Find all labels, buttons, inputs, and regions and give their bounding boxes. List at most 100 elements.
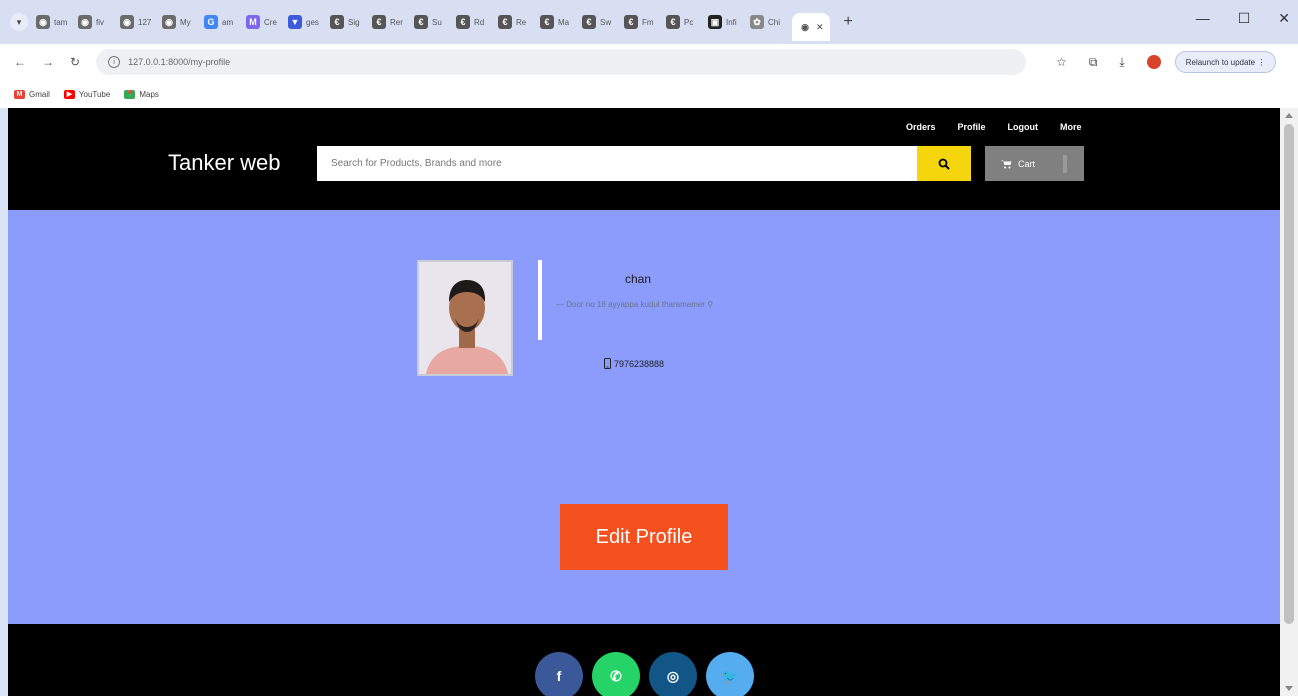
bookmark-label: Maps (139, 89, 159, 99)
browser-tab[interactable]: € Ma (540, 11, 576, 33)
browser-tab[interactable]: € Re (498, 11, 534, 33)
tab-favicon-icon: G (204, 15, 218, 29)
tab-favicon-icon: ✿ (750, 15, 764, 29)
search-button[interactable] (917, 146, 971, 181)
tab-favicon-icon: € (624, 15, 638, 29)
browser-tab[interactable]: € Pc (666, 11, 702, 33)
tab-favicon-icon: ◉ (162, 15, 176, 29)
page-viewport: Orders Profile Logout More Tanker web Ca… (8, 108, 1280, 696)
new-tab-icon[interactable]: + (844, 13, 853, 31)
browser-tab[interactable]: € Sw (582, 11, 618, 33)
tab-label: Fm (642, 17, 654, 27)
browser-tab[interactable]: € Su (414, 11, 450, 33)
extensions-icon[interactable]: ⧉ (1089, 55, 1098, 70)
forward-icon[interactable]: → (42, 55, 54, 69)
url-text: 127.0.0.1:8000/my-profile (128, 57, 231, 67)
site-header: Orders Profile Logout More Tanker web Ca… (8, 108, 1280, 210)
address-text: — Door no 18 ayyappa kudul tharamamer (556, 300, 705, 309)
bookmark-star-icon[interactable]: ☆ (1056, 55, 1067, 69)
search-input[interactable] (317, 146, 917, 181)
browser-tab[interactable]: ◉ tam (36, 11, 72, 33)
browser-tab[interactable]: € Rd (456, 11, 492, 33)
tab-favicon-icon: € (456, 15, 470, 29)
cart-button[interactable]: Cart (985, 146, 1084, 181)
profile-avatar-icon[interactable] (1146, 55, 1161, 69)
scroll-down-arrow[interactable] (1285, 686, 1293, 691)
tab-search-icon[interactable]: ▾ (10, 13, 28, 31)
bookmark-maps[interactable]: 📍 Maps (124, 89, 159, 99)
youtube-icon: ▶ (63, 89, 75, 99)
site-info-icon[interactable]: i (108, 56, 121, 68)
top-nav: Orders Profile Logout More (906, 122, 1082, 132)
scroll-up-arrow[interactable] (1285, 113, 1293, 118)
nav-logout[interactable]: Logout (1008, 122, 1039, 132)
facebook-icon[interactable]: f (535, 652, 583, 696)
gmail-icon: M (14, 89, 25, 99)
browser-tab[interactable]: € Rer (372, 11, 408, 33)
maximize-icon[interactable]: ☐ (1238, 10, 1251, 27)
profile-phone: 7976238888 (604, 358, 664, 369)
close-window-icon[interactable]: ✕ (1278, 10, 1290, 27)
close-tab-icon[interactable]: ✕ (816, 22, 824, 33)
tab-favicon-icon: ▣ (708, 15, 722, 29)
browser-tab[interactable]: M Cre (246, 11, 282, 33)
tab-favicon-icon: ◉ (120, 15, 134, 29)
back-icon[interactable]: ← (14, 55, 26, 69)
browser-tab[interactable]: ▣ Infi (708, 11, 744, 33)
profile-address: — Door no 18 ayyappa kudul tharamamer ⚲ (556, 299, 726, 311)
twitter-icon[interactable]: 🐦 (706, 652, 754, 696)
location-pin-icon: ⚲ (707, 300, 714, 309)
browser-tab[interactable]: ▼ ges (288, 11, 324, 33)
browser-tab[interactable]: ✿ Chi (750, 11, 786, 33)
tab-favicon-icon: ▼ (288, 15, 302, 29)
page-scrollbar[interactable] (1280, 108, 1298, 696)
reload-icon[interactable]: ↻ (70, 55, 80, 69)
search-icon (938, 158, 950, 170)
nav-profile[interactable]: Profile (958, 122, 986, 132)
tab-favicon-icon: M (246, 15, 260, 29)
nav-orders[interactable]: Orders (906, 122, 936, 132)
tab-label: Ma (558, 17, 570, 27)
site-footer: f ✆ ◎ 🐦 (8, 624, 1280, 696)
tab-favicon-icon: € (372, 15, 386, 29)
bookmark-gmail[interactable]: M Gmail (14, 89, 50, 99)
browser-tab[interactable]: ◉ My (162, 11, 198, 33)
tab-label: Sw (600, 17, 612, 27)
tab-favicon-icon: € (582, 15, 596, 29)
tab-favicon-icon: € (666, 15, 680, 29)
cart-label: Cart (1018, 158, 1036, 169)
bookmark-label: Gmail (29, 89, 50, 99)
browser-tab[interactable]: € Sig (330, 11, 366, 33)
phone-number: 7976238888 (614, 358, 665, 369)
window-controls: — ☐ ✕ (1196, 10, 1290, 27)
relaunch-button[interactable]: Relaunch to update ⋮ (1174, 51, 1277, 73)
browser-tab[interactable]: Gam (204, 11, 240, 33)
edit-profile-button[interactable]: Edit Profile (560, 504, 728, 570)
tab-label: Re (516, 17, 527, 27)
tab-label: Su (432, 17, 442, 27)
address-bar[interactable]: i 127.0.0.1:8000/my-profile (96, 49, 1027, 75)
browser-toolbar: ← → ↻ i 127.0.0.1:8000/my-profile ☆ ⧉ ⤓ … (0, 44, 1298, 80)
browser-tab[interactable]: ◉ fiv (78, 11, 114, 33)
whatsapp-icon[interactable]: ✆ (592, 652, 640, 696)
site-brand[interactable]: Tanker web (168, 150, 281, 176)
globe-icon: ◉ (801, 21, 809, 32)
instagram-icon[interactable]: ◎ (649, 652, 697, 696)
bookmark-youtube[interactable]: ▶ YouTube (63, 89, 110, 99)
browser-tab[interactable]: € Fm (624, 11, 660, 33)
browser-tab-bar: ▾ ◉ tam ◉ fiv ◉ 127 ◉ My Gam M Cre ▼ ges € Sig € Rer € Su €… (0, 0, 1298, 44)
nav-more[interactable]: More (1060, 122, 1082, 132)
scroll-thumb[interactable] (1284, 124, 1294, 624)
tab-active[interactable]: ◉ ✕ (792, 13, 830, 41)
tab-favicon-icon: ◉ (78, 15, 92, 29)
minimize-icon[interactable]: — (1196, 10, 1210, 27)
maps-icon: 📍 (124, 89, 136, 99)
mobile-phone-icon (604, 358, 611, 369)
download-icon[interactable]: ⤓ (1119, 55, 1124, 70)
browser-tab[interactable]: ◉ 127 (120, 11, 156, 33)
tab-favicon-icon: € (498, 15, 512, 29)
tab-label: Rer (390, 17, 403, 27)
profile-section: chan — Door no 18 ayyappa kudul tharamam… (8, 210, 1280, 624)
tab-label: fiv (96, 17, 104, 27)
tab-favicon-icon: € (540, 15, 554, 29)
